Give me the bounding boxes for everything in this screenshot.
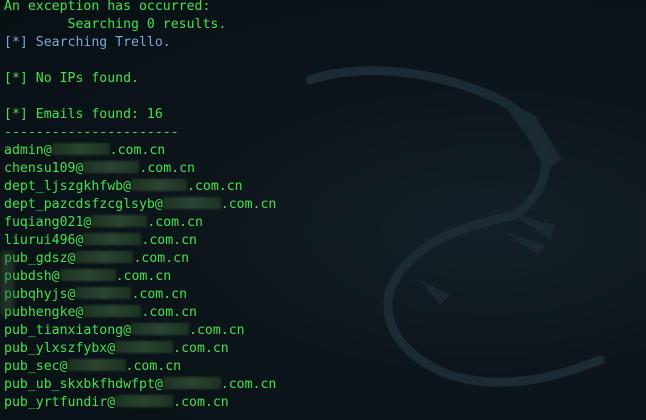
email-line: pub_tianxiatong@ .com.cn	[4, 322, 646, 340]
email-suffix: .com.cn	[147, 215, 203, 230]
redaction-mark	[83, 305, 142, 317]
email-prefix: dept_ljszgkhfwb@	[4, 179, 132, 194]
redaction-mark	[115, 341, 174, 353]
email-line: pub_yrtfundir@ .com.cn	[4, 394, 646, 412]
redaction-mark	[115, 395, 174, 407]
email-suffix: .com.cn	[139, 161, 195, 176]
email-line: pubdsh@ .com.cn	[4, 268, 646, 286]
email-line: chensu109@ .com.cn	[4, 160, 646, 178]
email-suffix: .com.cn	[115, 269, 172, 284]
email-suffix: .com.cn	[187, 179, 243, 194]
email-suffix: .com.cn	[189, 323, 245, 338]
redaction-mark	[91, 215, 148, 227]
email-line: pubqhyjs@ .com.cn	[4, 286, 646, 304]
email-line: pub_gdsz@ .com.cn	[4, 250, 646, 268]
email-prefix: fuqiang021@	[4, 215, 92, 230]
email-prefix: pub_sec@	[4, 359, 68, 374]
email-line: dept_ljszgkhfwb@ .com.cn	[4, 178, 646, 196]
redaction-mark	[162, 197, 221, 209]
email-suffix: .com.cn	[173, 341, 229, 356]
email-suffix: .com.cn	[173, 395, 229, 410]
redaction-mark	[131, 323, 190, 335]
searching-results-line: Searching 0 results.	[4, 17, 227, 32]
redaction-mark	[131, 179, 188, 191]
redaction-mark	[75, 251, 134, 263]
email-prefix: pubqhyjs@	[4, 287, 76, 302]
email-prefix: pub_gdsz@	[4, 251, 76, 266]
redaction-block	[0, 252, 14, 314]
terminal-output: An exception has occurred: Searching 0 r…	[0, 0, 646, 412]
email-prefix: dept_pazcdsfzcglsyb@	[4, 197, 163, 212]
emails-found-line: [*] Emails found: 16	[4, 107, 163, 122]
email-prefix: pub_ub_skxbkfhdwfpt@	[4, 377, 163, 392]
separator-line: ----------------------	[4, 125, 179, 140]
email-line: dept_pazcdsfzcglsyb@ .com.cn	[4, 196, 646, 214]
email-suffix: .com.cn	[125, 359, 182, 374]
redaction-mark	[75, 287, 132, 299]
redaction-mark	[83, 161, 140, 173]
email-prefix: pub_ylxszfybx@	[4, 341, 116, 356]
email-suffix: .com.cn	[141, 305, 197, 320]
email-suffix: .com.cn	[109, 143, 166, 158]
email-suffix: .com.cn	[133, 251, 190, 266]
email-line: pub_ub_skxbkfhdwfpt@ .com.cn	[4, 376, 646, 394]
redaction-mark	[162, 377, 221, 389]
no-ips-line: [*] No IPs found.	[4, 71, 139, 86]
email-suffix: .com.cn	[131, 287, 188, 302]
redaction-mark	[83, 233, 142, 245]
email-prefix: liurui496@	[4, 233, 84, 248]
email-suffix: .com.cn	[220, 377, 277, 392]
email-prefix: pubhengke@	[4, 305, 84, 320]
email-suffix: .com.cn	[220, 197, 277, 212]
email-prefix: admin@	[4, 143, 52, 158]
exception-line: An exception has occurred:	[4, 0, 211, 14]
email-prefix: chensu109@	[4, 161, 84, 176]
email-line: liurui496@ .com.cn	[4, 232, 646, 250]
email-line: pubhengke@ .com.cn	[4, 304, 646, 322]
email-prefix: pub_tianxiatong@	[4, 323, 132, 338]
email-prefix: pub_yrtfundir@	[4, 395, 116, 410]
email-suffix: .com.cn	[141, 233, 197, 248]
email-line: pub_sec@ .com.cn	[4, 358, 646, 376]
redaction-mark	[51, 143, 110, 155]
email-line: admin@ .com.cn	[4, 142, 646, 160]
searching-trello-line: [*] Searching Trello.	[4, 35, 171, 50]
email-line: pub_ylxszfybx@ .com.cn	[4, 340, 646, 358]
redaction-mark	[59, 269, 116, 281]
email-line: fuqiang021@ .com.cn	[4, 214, 646, 232]
redaction-mark	[67, 359, 126, 371]
terminal-window[interactable]: An exception has occurred: Searching 0 r…	[0, 0, 646, 420]
